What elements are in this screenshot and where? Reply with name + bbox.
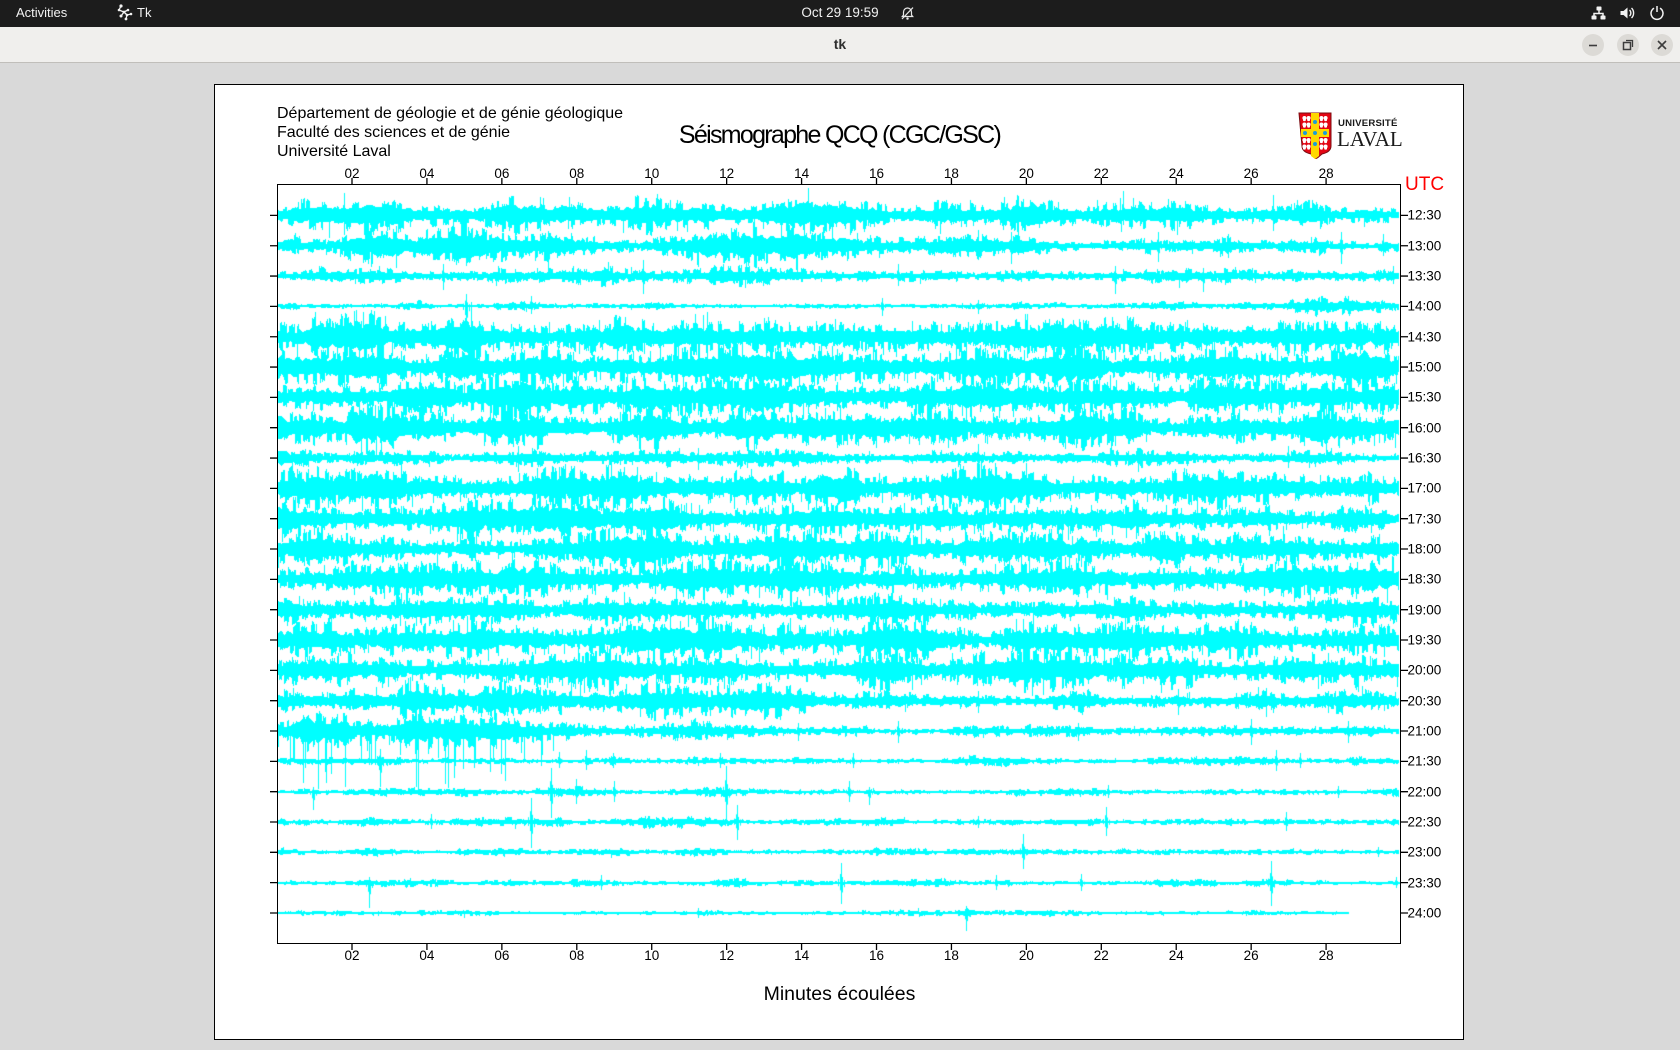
svg-text:LAVAL: LAVAL (1337, 127, 1403, 151)
